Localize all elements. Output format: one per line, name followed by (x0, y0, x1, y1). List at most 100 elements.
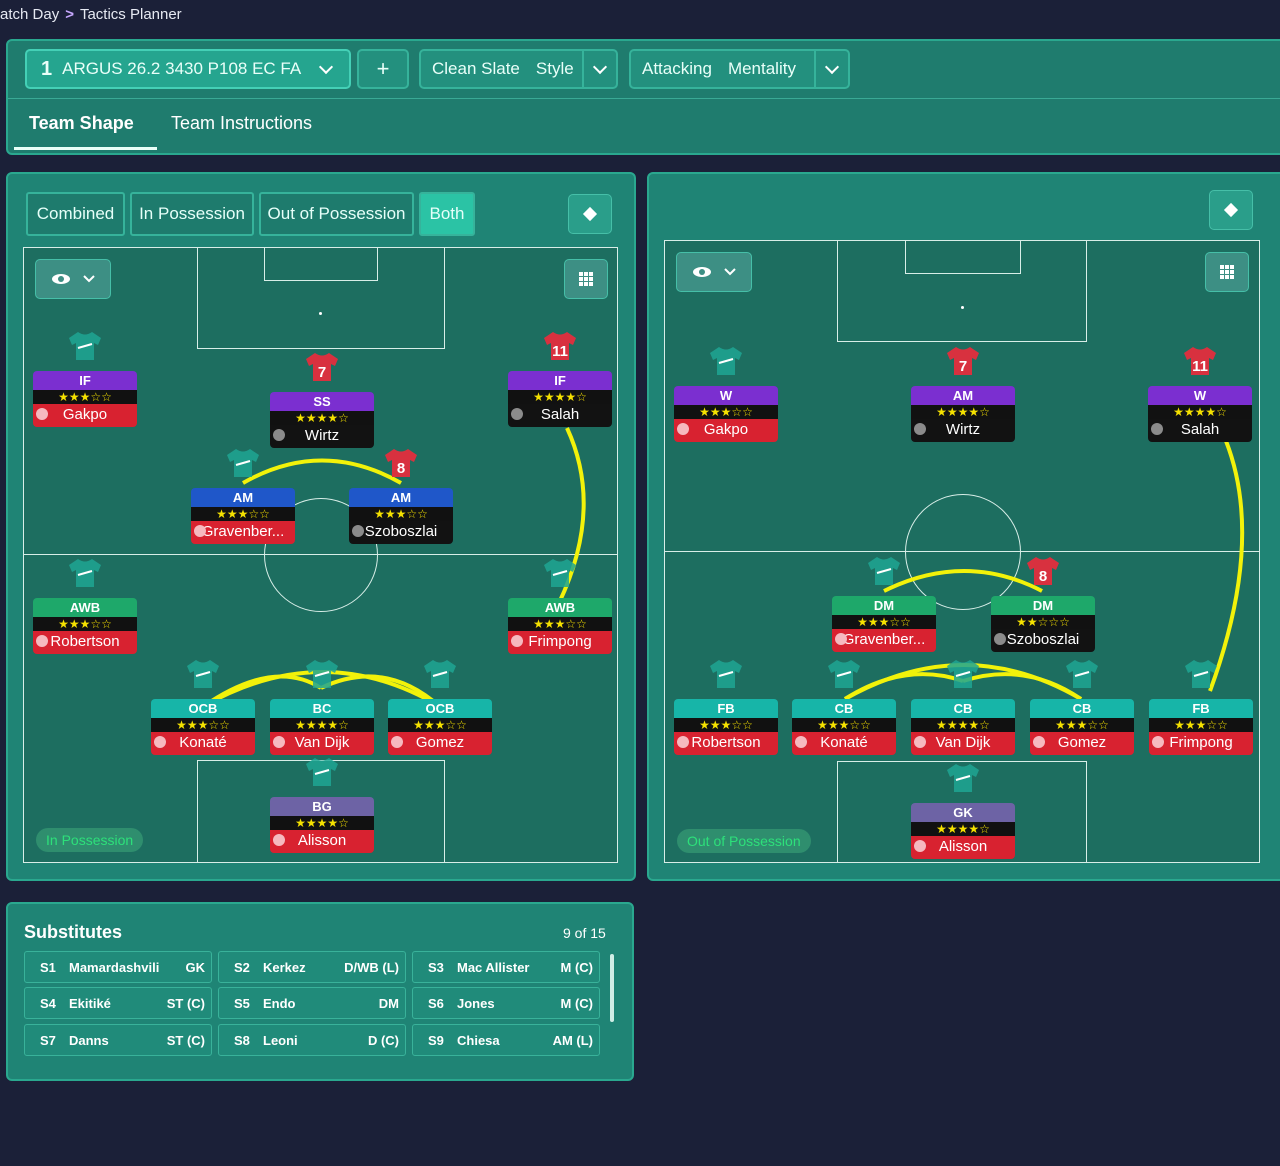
grid-icon[interactable] (564, 259, 608, 299)
player-rating: ★★★☆☆ (33, 390, 137, 404)
shirt-icon: 8 (385, 448, 417, 478)
player-role: FB (1149, 699, 1253, 718)
player-role: SS (270, 392, 374, 411)
sub-slot: S5 (234, 996, 250, 1011)
svg-text:11: 11 (552, 343, 568, 360)
shirt-icon (947, 763, 979, 793)
ip-player-card[interactable]: AM ★★★☆☆ Gravenber... (191, 449, 295, 546)
style-label: Style (535, 59, 574, 78)
ip-player-card[interactable]: AWB ★★★☆☆ Robertson (33, 559, 137, 656)
substitute-item[interactable]: S8 Leoni D (C) (218, 1024, 406, 1056)
svg-text:8: 8 (1039, 568, 1047, 585)
tactic-toolbar: 1 ARGUS 26.2 3430 P108 EC FA + Clean Sla… (8, 41, 1280, 99)
substitute-item[interactable]: S3 Mac Allister M (C) (412, 951, 600, 983)
view-combined[interactable]: Combined (26, 192, 125, 236)
user-icon (677, 736, 689, 748)
substitute-item[interactable]: S6 Jones M (C) (412, 987, 600, 1019)
visibility-toggle[interactable] (35, 259, 111, 299)
ip-player-card[interactable]: AWB ★★★☆☆ Frimpong (508, 559, 612, 656)
style-selector[interactable]: Clean Slate Style (419, 49, 618, 89)
view-both[interactable]: Both (419, 192, 475, 236)
player-name: Alisson (270, 830, 374, 853)
player-role: CB (792, 699, 896, 718)
player-name: Szoboszlai (991, 629, 1095, 652)
player-name: Wirtz (911, 419, 1015, 442)
substitute-item[interactable]: S7 Danns ST (C) (24, 1024, 212, 1056)
player-role: W (674, 386, 778, 405)
sub-name: Jones (457, 996, 495, 1011)
player-name: Gravenber... (832, 629, 936, 652)
add-tactic-button[interactable]: + (357, 49, 409, 89)
player-role: OCB (388, 699, 492, 718)
oop-player-card[interactable]: CB ★★★☆☆ Konaté (792, 660, 896, 757)
ip-player-card[interactable]: BG ★★★★☆ Alisson (270, 758, 374, 855)
player-rating: ★★★★☆ (911, 822, 1015, 836)
player-name: Frimpong (508, 631, 612, 654)
sub-name: Mac Allister (457, 960, 530, 975)
player-role: IF (508, 371, 612, 390)
sub-name: Kerkez (263, 960, 306, 975)
tactic-selector[interactable]: 1 ARGUS 26.2 3430 P108 EC FA (25, 49, 351, 89)
oop-player-card[interactable]: DM ★★★☆☆ Gravenber... (832, 557, 936, 654)
grid-icon[interactable] (1205, 252, 1249, 292)
sub-slot: S7 (40, 1033, 56, 1048)
substitutes-title: Substitutes (24, 922, 123, 942)
sub-slot: S3 (428, 960, 444, 975)
sub-position: DM (378, 996, 399, 1011)
ip-player-card[interactable]: 8 AM ★★★☆☆ Szoboszlai (349, 449, 453, 546)
oop-player-card[interactable]: 7 AM ★★★★☆ Wirtz (911, 347, 1015, 444)
oop-player-card[interactable]: 8 DM ★★☆☆☆ Szoboszlai (991, 557, 1095, 654)
tab-team-shape[interactable]: Team Shape (29, 113, 134, 134)
oop-player-card[interactable]: CB ★★★☆☆ Gomez (1030, 660, 1134, 757)
sub-name: Leoni (263, 1033, 298, 1048)
user-icon (194, 525, 206, 537)
substitute-item[interactable]: S4 Ekitiké ST (C) (24, 987, 212, 1019)
player-name: Szoboszlai (349, 521, 453, 544)
oop-player-card[interactable]: FB ★★★☆☆ Frimpong (1149, 660, 1253, 757)
ip-player-card[interactable]: IF ★★★☆☆ Gakpo (33, 332, 137, 429)
visibility-toggle[interactable] (676, 252, 752, 292)
ip-player-card[interactable]: 11 IF ★★★★☆ Salah (508, 332, 612, 429)
substitute-item[interactable]: S9 Chiesa AM (L) (412, 1024, 600, 1056)
ip-player-card[interactable]: OCB ★★★☆☆ Gomez (388, 660, 492, 757)
oop-player-card[interactable]: 11 W ★★★★☆ Salah (1148, 347, 1252, 444)
player-name: Robertson (674, 732, 778, 755)
substitute-item[interactable]: S5 Endo DM (218, 987, 406, 1019)
player-name: Gakpo (674, 419, 778, 442)
view-out-of-possession[interactable]: Out of Possession (259, 192, 414, 236)
breadcrumb-parent[interactable]: atch Day (0, 6, 59, 23)
ip-player-card[interactable]: BC ★★★★☆ Van Dijk (270, 660, 374, 757)
tab-team-instructions[interactable]: Team Instructions (171, 113, 312, 134)
chevron-down-icon (309, 51, 343, 87)
diamond-icon[interactable] (1209, 190, 1253, 230)
sub-position: ST (C) (166, 996, 205, 1011)
shirt-icon: 7 (947, 346, 979, 376)
mentality-selector[interactable]: Attacking Mentality (629, 49, 850, 89)
substitute-item[interactable]: S2 Kerkez D/WB (L) (218, 951, 406, 983)
view-in-possession[interactable]: In Possession (130, 192, 254, 236)
shirt-icon (69, 558, 101, 588)
player-role: BC (270, 699, 374, 718)
player-name: Konaté (792, 732, 896, 755)
eye-icon (693, 267, 736, 277)
oop-player-card[interactable]: W ★★★☆☆ Gakpo (674, 347, 778, 444)
ip-player-card[interactable]: 7 SS ★★★★☆ Wirtz (270, 353, 374, 450)
oop-player-card[interactable]: FB ★★★☆☆ Robertson (674, 660, 778, 757)
player-rating: ★★★☆☆ (832, 615, 936, 629)
player-role: AM (349, 488, 453, 507)
shirt-icon (306, 659, 338, 689)
substitutes-panel: Substitutes 9 of 15 S1 Mamardashvili GK S2 K… (6, 902, 634, 1081)
svg-text:11: 11 (1192, 358, 1208, 375)
oop-player-card[interactable]: GK ★★★★☆ Alisson (911, 764, 1015, 861)
diamond-icon[interactable] (568, 194, 612, 234)
ip-player-card[interactable]: OCB ★★★☆☆ Konaté (151, 660, 255, 757)
chevron-down-icon (814, 51, 848, 87)
shirt-icon (544, 558, 576, 588)
style-value: Clean Slate (432, 59, 520, 78)
user-icon (1033, 736, 1045, 748)
substitute-item[interactable]: S1 Mamardashvili GK (24, 951, 212, 983)
scrollbar[interactable] (610, 954, 614, 1022)
sub-slot: S2 (234, 960, 250, 975)
player-name: Frimpong (1149, 732, 1253, 755)
oop-player-card[interactable]: CB ★★★★☆ Van Dijk (911, 660, 1015, 757)
